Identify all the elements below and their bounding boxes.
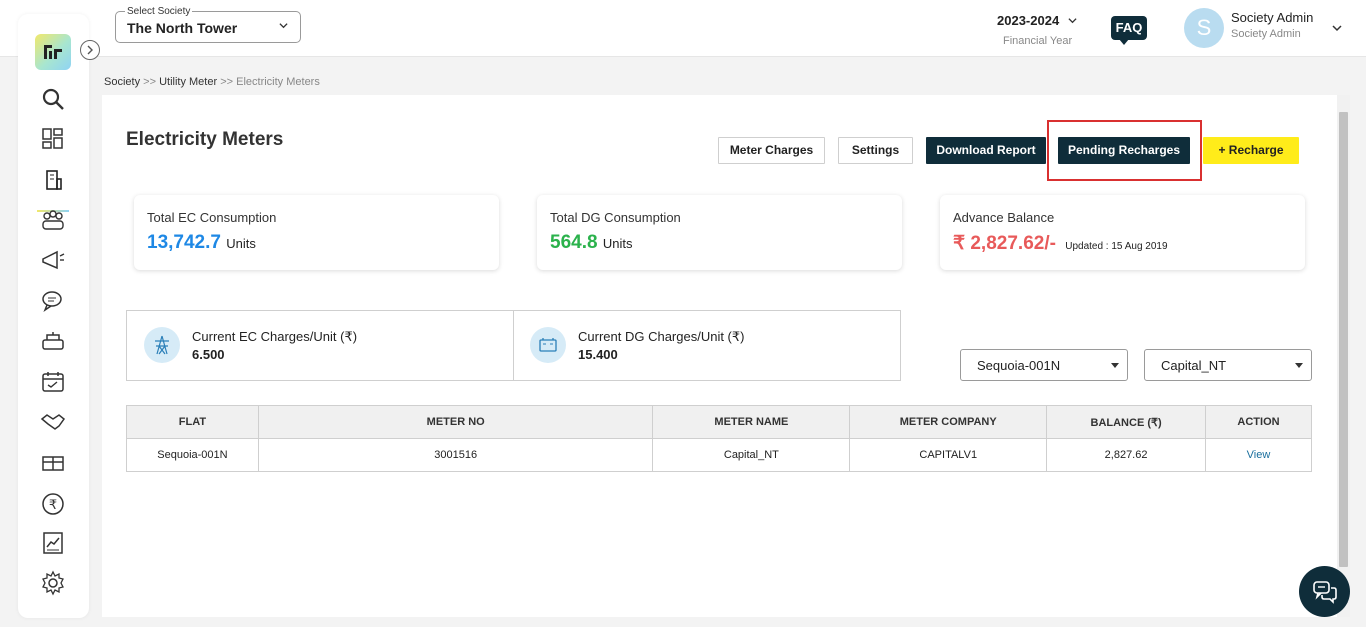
- column-header: METER NAME: [652, 405, 851, 439]
- column-header: ACTION: [1205, 405, 1312, 439]
- advance-balance-card: Advance Balance ₹ 2,827.62/- Updated : 1…: [940, 195, 1305, 270]
- ec-charges-value: 6.500: [192, 347, 225, 362]
- faq-button[interactable]: FAQ: [1111, 16, 1147, 45]
- building-icon[interactable]: [40, 167, 66, 193]
- divider: [513, 311, 514, 380]
- settings-button[interactable]: Settings: [838, 137, 913, 164]
- column-header: BALANCE (₹): [1046, 405, 1207, 439]
- ec-charges-label: Current EC Charges/Unit (₹): [192, 329, 358, 344]
- view-link[interactable]: View: [1205, 438, 1312, 472]
- financial-year-label: Financial Year: [1003, 35, 1073, 47]
- table-header-row: FLAT METER NO METER NAME METER COMPANY B…: [126, 405, 1312, 439]
- society-select[interactable]: Select Society The North Tower: [115, 6, 301, 43]
- highlight-annotation: [1047, 120, 1202, 181]
- balance-cell: 2,827.62: [1046, 438, 1207, 472]
- top-bar: Select Society The North Tower 2023-2024…: [0, 0, 1366, 57]
- sidebar-collapse-button[interactable]: [80, 40, 100, 60]
- advance-balance-value: ₹ 2,827.62/-: [953, 233, 1056, 254]
- breadcrumb: Society >> Utility Meter >> Electricity …: [104, 76, 320, 88]
- society-select-value: The North Tower: [127, 20, 238, 36]
- dg-consumption-value: 564.8: [550, 232, 598, 253]
- calendar-icon[interactable]: [40, 369, 66, 395]
- card-title: Total DG Consumption: [550, 210, 681, 225]
- column-header: METER NO: [257, 405, 654, 439]
- power-tower-icon: [144, 327, 180, 363]
- card-title: Advance Balance: [953, 210, 1055, 225]
- current-charges-box: Current EC Charges/Unit (₹) 6.500 Curren…: [126, 310, 901, 381]
- updated-date: Updated : 15 Aug 2019: [1065, 241, 1168, 252]
- battery-icon: [530, 327, 566, 363]
- chevron-down-icon: [279, 23, 288, 29]
- user-menu-chevron-icon[interactable]: [1332, 23, 1342, 33]
- chat-icon[interactable]: [40, 288, 66, 314]
- column-header: METER COMPANY: [849, 405, 1048, 439]
- card-value-row: 13,742.7 Units: [147, 232, 256, 254]
- flat-cell: Sequoia-001N: [126, 438, 259, 472]
- unit-label: Units: [602, 236, 633, 251]
- announcement-icon[interactable]: [40, 247, 66, 273]
- unit-label: Units: [226, 236, 256, 251]
- meter-company-cell: CAPITALV1: [849, 438, 1048, 472]
- caret-down-icon: [1111, 363, 1119, 368]
- dg-consumption-card: Total DG Consumption 564.8 Units: [537, 195, 902, 270]
- rupee-icon[interactable]: ₹: [40, 491, 66, 517]
- meters-table: FLAT METER NO METER NAME METER COMPANY B…: [126, 405, 1312, 472]
- meter-filter-dropdown[interactable]: Capital_NT: [1144, 349, 1312, 381]
- flat-filter-value: Sequoia-001N: [977, 358, 1061, 373]
- column-header: FLAT: [126, 405, 259, 439]
- download-report-button[interactable]: Download Report: [926, 137, 1046, 164]
- user-role: Society Admin: [1231, 28, 1301, 40]
- search-icon[interactable]: [40, 86, 66, 112]
- report-icon[interactable]: [40, 530, 66, 556]
- meter-filter-value: Capital_NT: [1161, 358, 1227, 373]
- support-chat-button[interactable]: [1299, 566, 1350, 617]
- people-icon[interactable]: [40, 207, 66, 233]
- breadcrumb-utility-meter[interactable]: Utility Meter: [159, 76, 217, 88]
- chevron-down-icon: [1068, 18, 1077, 24]
- card-value-row: 564.8 Units: [550, 232, 632, 254]
- breadcrumb-current: Electricity Meters: [236, 76, 320, 88]
- chevron-right-icon: [87, 45, 93, 55]
- avatar[interactable]: S: [1184, 8, 1224, 48]
- gear-icon[interactable]: [40, 570, 66, 596]
- amenity-icon[interactable]: [40, 328, 66, 354]
- parcel-icon[interactable]: [40, 450, 66, 476]
- chat-bubbles-icon: [1312, 580, 1337, 604]
- meter-charges-button[interactable]: Meter Charges: [718, 137, 825, 164]
- breadcrumb-separator: >>: [143, 76, 156, 88]
- user-name: Society Admin: [1231, 10, 1314, 25]
- breadcrumb-separator: >>: [220, 76, 234, 88]
- breadcrumb-society[interactable]: Society: [104, 76, 140, 88]
- dashboard-icon[interactable]: [40, 126, 66, 152]
- dg-charges-label: Current DG Charges/Unit (₹): [578, 329, 745, 344]
- dg-charges-value: 15.400: [578, 347, 618, 362]
- scrollbar-thumb[interactable]: [1339, 112, 1348, 567]
- logo-icon: [44, 45, 62, 59]
- meter-no-cell: 3001516: [257, 438, 654, 472]
- flat-filter-dropdown[interactable]: Sequoia-001N: [960, 349, 1128, 381]
- meter-name-cell: Capital_NT: [652, 438, 851, 472]
- table-row: Sequoia-001N 3001516 Capital_NT CAPITALV…: [126, 438, 1312, 472]
- card-value-row: ₹ 2,827.62/- Updated : 15 Aug 2019: [953, 232, 1168, 255]
- app-logo[interactable]: [35, 34, 71, 70]
- recharge-button[interactable]: + Recharge: [1203, 137, 1299, 164]
- svg-text:₹: ₹: [49, 498, 57, 513]
- caret-down-icon: [1295, 363, 1303, 368]
- ec-consumption-value: 13,742.7: [147, 232, 221, 253]
- ec-consumption-card: Total EC Consumption 13,742.7 Units: [134, 195, 499, 270]
- card-title: Total EC Consumption: [147, 210, 277, 225]
- page-title: Electricity Meters: [126, 129, 284, 150]
- society-select-label: Select Society: [125, 6, 193, 17]
- handshake-icon[interactable]: [40, 409, 66, 435]
- sidebar: ₹: [18, 14, 89, 618]
- financial-year-value: 2023-2024: [997, 13, 1060, 28]
